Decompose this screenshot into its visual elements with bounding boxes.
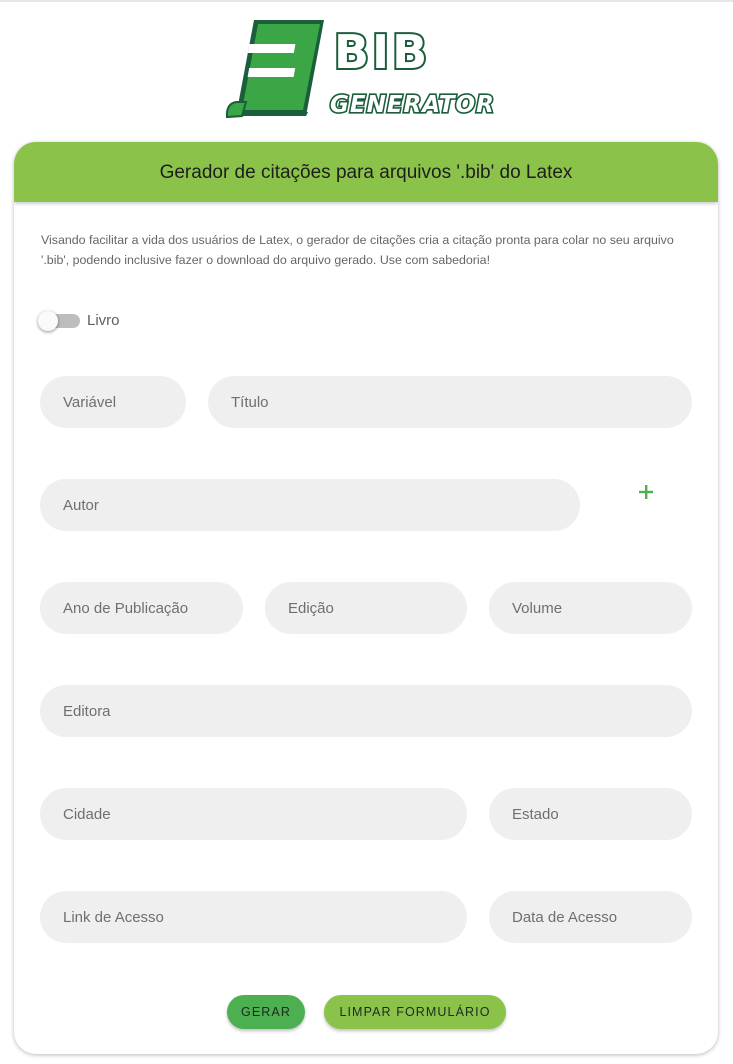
estado-field[interactable]: Estado [489,788,692,840]
data-acesso-field[interactable]: Data de Acesso [489,891,692,943]
ano-publicacao-field[interactable]: Ano de Publicação [40,582,243,634]
editora-field[interactable]: Editora [40,685,692,737]
card-header: Gerador de citações para arquivos '.bib'… [14,142,718,202]
logo-graphic: BIB GENERATOR [225,20,495,120]
form-card: Gerador de citações para arquivos '.bib'… [14,142,718,1054]
bib-generator-logo: BIB GENERATOR [224,18,514,122]
toggle-track[interactable] [38,310,80,331]
titulo-field[interactable]: Título [208,376,692,428]
volume-field[interactable]: Volume [489,582,692,634]
autor-placeholder: Autor [63,496,99,514]
gerar-button[interactable]: GERAR [227,995,305,1029]
autor-field[interactable]: Autor [40,479,580,531]
card-title: Gerador de citações para arquivos '.bib'… [159,162,573,183]
cidade-placeholder: Cidade [63,805,111,823]
limpar-formulario-button[interactable]: LIMPAR FORMULÁRIO [324,995,506,1029]
volume-placeholder: Volume [512,599,563,617]
cidade-field[interactable]: Cidade [40,788,467,840]
logo-text-generator: GENERATOR [330,92,495,118]
livro-toggle[interactable]: Livro [38,310,120,331]
ano-publicacao-placeholder: Ano de Publicação [63,599,189,617]
estado-placeholder: Estado [512,805,559,823]
plus-icon[interactable] [636,482,656,502]
toggle-knob[interactable] [38,310,58,331]
variavel-field[interactable]: Variável [40,376,186,428]
variavel-placeholder: Variável [63,393,117,411]
card-description: Visando facilitar a vida dos usuários de… [41,233,674,267]
link-acesso-placeholder: Link de Acesso [63,908,164,926]
data-acesso-placeholder: Data de Acesso [512,908,618,926]
top-divider [0,0,733,2]
edicao-placeholder: Edição [288,599,334,617]
logo-text-bib: BIB [334,25,430,79]
toggle-label: Livro [87,312,120,329]
edicao-field[interactable]: Edição [265,582,467,634]
link-acesso-field[interactable]: Link de Acesso [40,891,467,943]
book-icon [225,20,328,119]
titulo-placeholder: Título [231,393,269,411]
editora-placeholder: Editora [63,702,111,720]
